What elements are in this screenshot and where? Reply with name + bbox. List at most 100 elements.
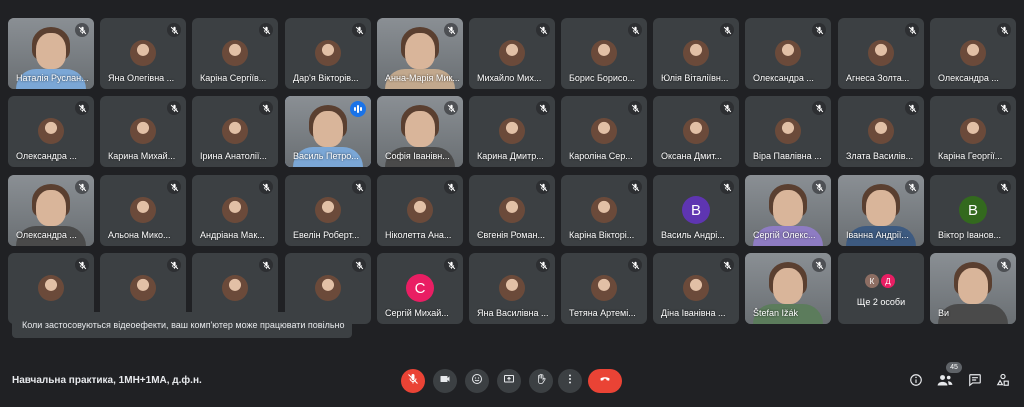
participant-tile[interactable]: Юлія Віталіївн... [653, 18, 739, 89]
mic-off-icon [536, 180, 550, 194]
participant-name: Софія Іванівн... [385, 151, 450, 161]
participant-tile[interactable]: Яна Василівна ... [469, 253, 555, 324]
participant-tile[interactable]: Олександра ... [8, 175, 94, 246]
participant-tile[interactable]: Каріна Георгії... [930, 96, 1016, 167]
mic-off-icon [812, 23, 826, 37]
participant-tile[interactable]: В Василь Андрі... [653, 175, 739, 246]
mic-off-icon [628, 180, 642, 194]
participant-avatar [591, 40, 617, 66]
participant-tile[interactable]: Яна Олегівна ... [100, 18, 186, 89]
mic-off-icon [259, 101, 273, 115]
participant-avatar [775, 118, 801, 144]
participant-avatar [868, 40, 894, 66]
participant-name: Štefan Ižák [753, 308, 799, 318]
participant-avatar [499, 275, 525, 301]
microphone-toggle-button[interactable] [401, 369, 425, 393]
participant-avatar [499, 40, 525, 66]
participant-tile[interactable]: В Віктор Іванов... [930, 175, 1016, 246]
participant-tile[interactable]: Кароліна Сер... [561, 96, 647, 167]
video-effects-warning: Коли застосовуються відеоефекти, ваш ком… [12, 312, 352, 338]
people-button[interactable] [935, 372, 955, 392]
leave-call-button[interactable] [588, 369, 622, 393]
participant-avatar [591, 275, 617, 301]
mic-off-icon [444, 23, 458, 37]
participant-tile[interactable]: Злата Василів... [838, 96, 924, 167]
mic-off-icon [720, 101, 734, 115]
activities-button[interactable] [993, 372, 1013, 392]
mic-off-icon [812, 180, 826, 194]
participant-tile[interactable]: С Сергій Михай... [377, 253, 463, 324]
participant-avatar [960, 40, 986, 66]
camera-toggle-button[interactable] [433, 369, 457, 393]
participant-name: Каріна Сергіїв... [200, 73, 267, 83]
camera-icon [439, 372, 451, 390]
reactions-button[interactable] [465, 369, 489, 393]
participant-tile[interactable]: Андріана Мак... [192, 175, 278, 246]
chat-icon [968, 373, 982, 392]
participant-name: Михайло Мих... [477, 73, 542, 83]
mic-off-icon [259, 23, 273, 37]
participant-tile[interactable]: Михайло Мих... [469, 18, 555, 89]
mic-off-icon [628, 101, 642, 115]
participant-tile[interactable]: Олександра ... [745, 18, 831, 89]
participant-tile[interactable]: Віра Павлівна ... [745, 96, 831, 167]
mic-off-icon [259, 180, 273, 194]
participant-tile[interactable]: Олександра ... [930, 18, 1016, 89]
participant-tile[interactable]: Софія Іванівн... [377, 96, 463, 167]
participant-name: Борис Борисо... [569, 73, 635, 83]
participant-tile[interactable]: Ніколетта Ана... [377, 175, 463, 246]
participant-tile[interactable]: К Д Ще 2 особи [838, 253, 924, 324]
more-participants-avatars: КД [865, 274, 897, 288]
participant-tile[interactable]: Ірина Анатолії... [192, 96, 278, 167]
mic-off-icon [905, 101, 919, 115]
mic-off-icon [997, 258, 1011, 272]
mic-off-icon [905, 180, 919, 194]
raise-hand-button[interactable] [529, 369, 553, 393]
participant-tile[interactable]: Діна Іванівна ... [653, 253, 739, 324]
participant-name: Агнеса Золта... [846, 73, 910, 83]
participant-grid: Наталія Руслан... Яна Олегівна ... Каріна … [0, 0, 1024, 340]
more-vert-icon [564, 372, 576, 390]
participant-tile[interactable]: Олександра ... [8, 96, 94, 167]
participant-tile[interactable]: Василь Петро... [285, 96, 371, 167]
participant-tile[interactable]: Карина Михай... [100, 96, 186, 167]
present-icon [503, 372, 515, 390]
mic-off-icon [720, 258, 734, 272]
participant-tile[interactable]: Альона Мико... [100, 175, 186, 246]
participant-avatar: С [406, 274, 434, 302]
participant-tile[interactable]: Ви [930, 253, 1016, 324]
participant-tile[interactable]: Карина Дмитр... [469, 96, 555, 167]
mic-off-icon [628, 258, 642, 272]
participant-tile[interactable]: Štefan Ižák [745, 253, 831, 324]
participant-avatar [222, 197, 248, 223]
meeting-details-button[interactable] [906, 372, 926, 392]
participant-tile[interactable]: Оксана Дмит... [653, 96, 739, 167]
participant-tile[interactable]: Тетяна Артемі... [561, 253, 647, 324]
present-screen-button[interactable] [497, 369, 521, 393]
participant-tile[interactable]: Каріна Сергіїв... [192, 18, 278, 89]
participant-tile[interactable]: Каріна Вікторі... [561, 175, 647, 246]
participant-tile[interactable]: Сергій Олекс... [745, 175, 831, 246]
participant-name: Анна-Марія Мик... [385, 73, 459, 83]
mic-off-icon [75, 180, 89, 194]
more-options-button[interactable] [558, 369, 582, 393]
participant-tile[interactable]: Наталія Руслан... [8, 18, 94, 89]
participant-tile[interactable]: Борис Борисо... [561, 18, 647, 89]
mic-off-icon [905, 23, 919, 37]
participant-avatar [868, 118, 894, 144]
participant-tile[interactable]: Агнеса Золта... [838, 18, 924, 89]
participant-tile[interactable]: Дар'я Вікторів... [285, 18, 371, 89]
participant-name: Олександра ... [753, 73, 814, 83]
mic-off-icon [352, 180, 366, 194]
participant-avatar [38, 275, 64, 301]
participant-tile[interactable]: Євгенія Роман... [469, 175, 555, 246]
participant-tile[interactable]: Іванна Андрії... [838, 175, 924, 246]
participant-tile[interactable]: Анна-Марія Мик... [377, 18, 463, 89]
mic-off-icon [812, 258, 826, 272]
participant-tile[interactable]: Евелін Роберт... [285, 175, 371, 246]
participant-name: Іванна Андрії... [846, 230, 909, 240]
mic-off-icon [720, 180, 734, 194]
participant-name: Каріна Георгії... [938, 151, 1003, 161]
chat-button[interactable] [965, 372, 985, 392]
participant-name: Карина Михай... [108, 151, 176, 161]
